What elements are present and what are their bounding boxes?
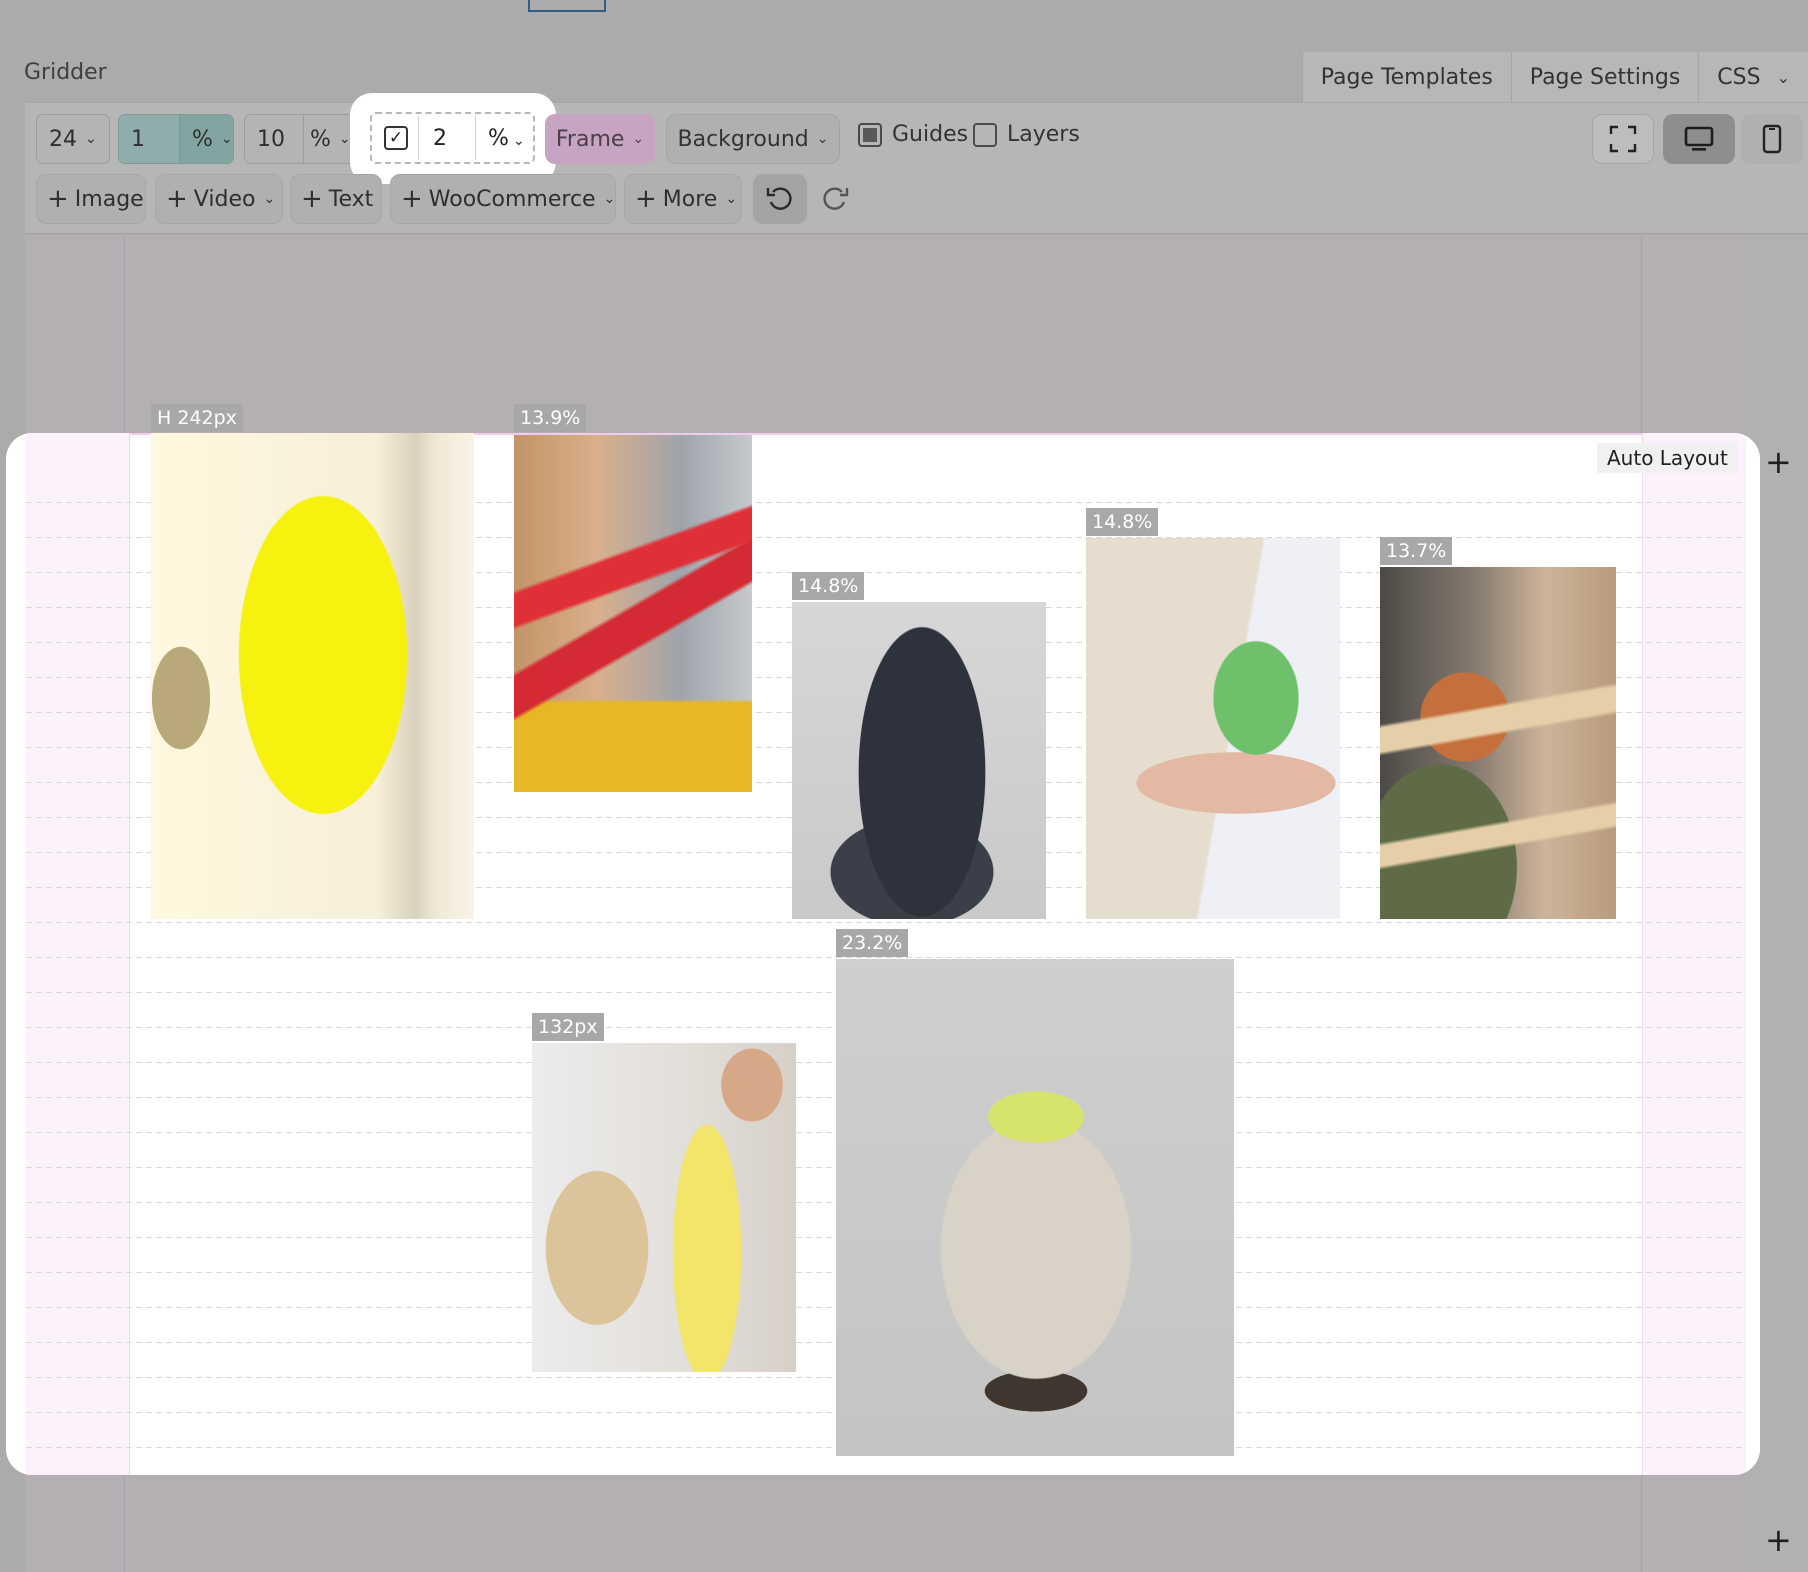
columns-select[interactable]: 24 ⌄ (36, 114, 110, 164)
redo-button[interactable] (810, 174, 860, 224)
row-height-unit-select[interactable]: % ⌄ (179, 115, 233, 163)
desktop-icon (1684, 126, 1714, 151)
fullscreen-icon (1609, 125, 1637, 153)
gap-checkbox[interactable]: ✓ (384, 126, 408, 150)
tab-stub[interactable] (528, 0, 606, 12)
two-men-sitting-photo[interactable] (532, 1043, 796, 1372)
chevron-down-icon: ⌄ (632, 131, 645, 147)
chevron-down-icon: ⌄ (338, 131, 351, 147)
add-video-button[interactable]: + Video ⌄ (155, 174, 283, 224)
red-boots-photo[interactable] (514, 435, 752, 792)
guides-toggle[interactable]: Guides (858, 122, 968, 147)
plus-icon: + (166, 184, 188, 214)
gutter-unit-select[interactable]: % ⌄ (303, 115, 353, 163)
layers-toggle[interactable]: Layers (973, 122, 1080, 147)
fullscreen-button[interactable] (1592, 114, 1654, 164)
chevron-down-icon: ⌄ (263, 191, 276, 207)
plus-icon: + (635, 184, 657, 214)
columns-value: 24 ⌄ (49, 126, 97, 152)
add-row-above-button[interactable]: + (1765, 446, 1792, 478)
boy-cardboard-photo[interactable] (1380, 567, 1616, 919)
chevron-down-icon: ⌄ (85, 131, 97, 147)
auto-layout-badge[interactable]: Auto Layout (1597, 443, 1738, 473)
frame-label: Frame (555, 126, 625, 152)
element-size-tag: 14.8% (1086, 508, 1159, 536)
white-ceramic-vase-photo[interactable] (836, 959, 1234, 1456)
chevron-down-icon: ⌄ (1776, 67, 1790, 87)
undo-icon (766, 187, 792, 210)
guides-checkbox[interactable] (858, 122, 882, 147)
chevron-down-icon: ⌄ (220, 131, 233, 147)
hand-on-drawing-photo[interactable] (1086, 538, 1340, 919)
background-label: Background (677, 126, 809, 152)
chevron-down-icon: ⌄ (512, 132, 525, 149)
element-size-tag: 23.2% (836, 929, 909, 957)
add-video-label: Video (193, 186, 256, 212)
add-woocommerce-button[interactable]: + WooCommerce ⌄ (390, 174, 616, 224)
add-text-button[interactable]: + Text (290, 174, 382, 224)
add-section-button[interactable]: + (1765, 1524, 1792, 1556)
mobile-view-button[interactable] (1741, 114, 1803, 164)
add-image-label: Image (74, 186, 144, 212)
row-height-value[interactable]: 1 (119, 115, 179, 163)
add-woocommerce-label: WooCommerce (428, 186, 596, 212)
page-templates-label: Page Templates (1320, 64, 1493, 90)
background-dropdown[interactable]: Background ⌄ (666, 114, 840, 164)
plus-icon: + (47, 184, 69, 214)
add-more-button[interactable]: + More ⌄ (624, 174, 742, 224)
element-size-tag: 132px (532, 1013, 604, 1041)
plus-icon: + (401, 184, 423, 214)
page-templates-button[interactable]: Page Templates (1301, 52, 1511, 102)
chevron-down-icon: ⌄ (603, 191, 616, 207)
row-height-input[interactable]: 1 % ⌄ (118, 114, 234, 164)
element-size-tag: 14.8% (792, 572, 865, 600)
chevron-down-icon: ⌄ (816, 131, 829, 147)
undo-button[interactable] (753, 174, 807, 224)
page-settings-button[interactable]: Page Settings (1510, 52, 1699, 102)
gap-value[interactable]: 2 (418, 116, 476, 160)
frame-dropdown[interactable]: Frame ⌄ (545, 114, 655, 164)
element-size-tag: H 242px (151, 404, 243, 432)
css-dropdown[interactable]: CSS ⌄ (1698, 52, 1808, 102)
layers-checkbox[interactable] (973, 122, 997, 147)
add-text-label: Text (328, 186, 374, 212)
gutter-input[interactable]: 10 % ⌄ (244, 114, 354, 164)
yellow-raincoat-photo[interactable] (151, 433, 474, 919)
chevron-down-icon: ⌄ (725, 191, 738, 207)
top-menu: Page Templates Page Settings CSS ⌄ (1301, 52, 1808, 102)
desktop-view-button[interactable] (1663, 114, 1735, 164)
add-more-label: More (662, 186, 718, 212)
element-size-tag: 13.7% (1380, 537, 1453, 565)
add-image-button[interactable]: + Image (36, 174, 146, 224)
gap-unit-select[interactable]: % ⌄ (476, 126, 525, 151)
dark-ceramic-sculpture-photo[interactable] (792, 602, 1046, 919)
guides-label: Guides (892, 122, 969, 147)
app-title: Gridder (24, 60, 107, 85)
mobile-icon (1762, 124, 1782, 154)
plus-icon: + (301, 184, 323, 214)
gap-control[interactable]: ✓ 2 % ⌄ (370, 112, 535, 164)
redo-icon (823, 187, 849, 210)
element-size-tag: 13.9% (514, 404, 587, 432)
layers-label: Layers (1007, 122, 1080, 147)
page-settings-label: Page Settings (1529, 64, 1681, 90)
css-label: CSS (1717, 64, 1761, 90)
gutter-value[interactable]: 10 (245, 115, 303, 163)
